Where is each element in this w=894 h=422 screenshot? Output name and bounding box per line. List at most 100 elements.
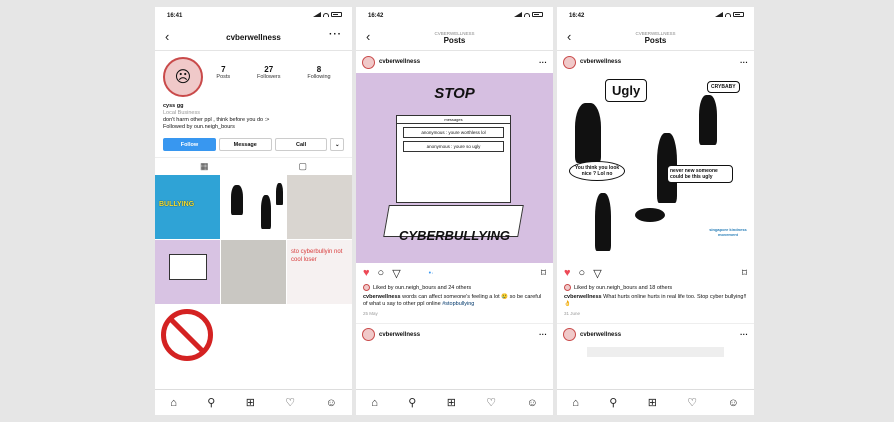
status-time: 16:42: [368, 13, 384, 19]
caption: cvberwellness What hurts online hurts in…: [564, 294, 747, 307]
laptop-illustration: messages anonymous : youre worthless lol…: [396, 115, 511, 203]
posts-count[interactable]: 7 Posts: [216, 65, 230, 99]
avatar[interactable]: [563, 55, 576, 69]
heart-icon[interactable]: ♡: [687, 396, 697, 409]
search-icon[interactable]: ⚲: [609, 396, 617, 409]
search-icon[interactable]: ⚲: [207, 396, 215, 409]
bubble-ugly: Ugly: [605, 79, 648, 102]
more-icon[interactable]: ···: [740, 58, 748, 67]
back-icon[interactable]: ‹: [165, 29, 169, 44]
bookmark-icon[interactable]: ⌑: [541, 268, 546, 279]
likes-text[interactable]: Liked by oun.neigh_bours and 24 others: [373, 285, 471, 291]
share-icon[interactable]: ▽: [593, 267, 601, 280]
add-post-icon[interactable]: ⊞: [648, 396, 657, 409]
grid-post[interactable]: [155, 305, 220, 369]
share-icon[interactable]: ▽: [392, 267, 400, 280]
grid-post[interactable]: [221, 305, 286, 369]
next-post-username[interactable]: cvberwellness: [580, 332, 740, 338]
status-bar: 16:42: [557, 7, 754, 25]
bio-name: cyss gg: [163, 103, 184, 109]
grid-post[interactable]: [287, 175, 352, 239]
avatar[interactable]: [362, 55, 375, 69]
post-username[interactable]: cvberwellness: [379, 59, 539, 65]
home-icon[interactable]: ⌂: [170, 397, 177, 409]
message-button[interactable]: Message: [218, 138, 272, 151]
image-top-text: STOP: [434, 85, 475, 102]
bio-text: don't harm other ppl , think before you …: [163, 117, 270, 123]
followed-by[interactable]: Followed by oun.neigh_bours: [163, 124, 344, 131]
battery-icon: [532, 12, 543, 17]
battery-icon: [331, 12, 342, 17]
bubble-you-think: You think you look nice ? Lol no: [569, 161, 625, 181]
like-icon[interactable]: ♥: [564, 267, 571, 279]
next-post-preview[interactable]: [587, 347, 724, 357]
home-icon[interactable]: ⌂: [371, 397, 378, 409]
posts-header: ‹ CVBERWELLNESS Posts: [356, 25, 553, 51]
add-post-icon[interactable]: ⊞: [246, 396, 255, 409]
more-icon[interactable]: ···: [539, 58, 547, 67]
follow-button[interactable]: Follow: [163, 138, 216, 151]
bio: cyss gg Local Business don't harm other …: [155, 99, 352, 135]
hashtag[interactable]: #stopbullying: [442, 301, 474, 307]
avatar[interactable]: ☹: [163, 57, 203, 97]
back-icon[interactable]: ‹: [366, 29, 370, 44]
wifi-icon: [323, 12, 329, 17]
grid-post[interactable]: [221, 175, 286, 239]
signal-icon: [313, 12, 321, 17]
add-post-icon[interactable]: ⊞: [447, 396, 456, 409]
header-username: CVBERWELLNESS: [434, 31, 475, 36]
profile-header: ‹ cvberwellness ···: [155, 25, 352, 51]
grid-post[interactable]: [221, 240, 286, 304]
more-icon[interactable]: ···: [740, 330, 748, 339]
post-grid: BULLYING sto cyberbullyin not cool loser: [155, 175, 352, 369]
bubble-crybaby: CRYBABY: [707, 81, 740, 93]
wifi-icon: [725, 12, 731, 17]
tab-bar: ⌂ ⚲ ⊞ ♡ ☺: [356, 389, 553, 415]
image-bottom-text: CYBERBULLYING: [399, 228, 510, 243]
more-icon[interactable]: ···: [539, 330, 547, 339]
status-bar: 16:41: [155, 7, 352, 25]
grid-post[interactable]: [287, 305, 352, 369]
heart-icon[interactable]: ♡: [486, 396, 496, 409]
heart-icon[interactable]: ♡: [285, 396, 295, 409]
profile-icon[interactable]: ☺: [728, 397, 739, 409]
grid-post[interactable]: [155, 240, 220, 304]
grid-post[interactable]: BULLYING: [155, 175, 220, 239]
bookmark-icon[interactable]: ⌑: [742, 268, 747, 279]
header-title: Posts: [443, 36, 466, 45]
grid-post[interactable]: sto cyberbullyin not cool loser: [287, 240, 352, 304]
avatar[interactable]: [362, 328, 375, 341]
next-post-username[interactable]: cvberwellness: [379, 332, 539, 338]
like-icon[interactable]: ♥: [363, 267, 370, 279]
tagged-icon[interactable]: ▢: [298, 161, 307, 172]
post-date: 31 June: [564, 311, 581, 316]
signal-icon: [715, 12, 723, 17]
kindness-logo: singapore kindness movement: [709, 227, 747, 237]
profile-icon[interactable]: ☺: [527, 397, 538, 409]
profile-screen: 16:41 ‹ cvberwellness ··· ☹ 7 Posts 27 Fol…: [155, 7, 352, 415]
comment-icon[interactable]: ○: [579, 267, 586, 279]
wifi-icon: [524, 12, 530, 17]
more-icon[interactable]: ···: [329, 29, 342, 40]
header-username: CVBERWELLNESS: [635, 31, 676, 36]
post-image[interactable]: Ugly CRYBABY You think you look nice ? L…: [557, 73, 754, 263]
following-count[interactable]: 8 Following: [307, 65, 330, 99]
likes-text[interactable]: Liked by oun.neigh_bours and 18 others: [574, 285, 672, 291]
grid-view-icon[interactable]: ▦: [200, 161, 209, 172]
post-date: 25 May: [363, 311, 378, 316]
post-username[interactable]: cvberwellness: [580, 59, 740, 65]
call-button[interactable]: Call: [274, 138, 328, 151]
post-image[interactable]: STOP messages anonymous : youre worthles…: [356, 73, 553, 263]
dropdown-button[interactable]: ⌄: [330, 138, 344, 151]
search-icon[interactable]: ⚲: [408, 396, 416, 409]
avatar[interactable]: [563, 328, 576, 341]
home-icon[interactable]: ⌂: [572, 397, 579, 409]
status-bar: 16:42: [356, 7, 553, 25]
comment-icon[interactable]: ○: [378, 267, 385, 279]
liker-avatar: [363, 284, 370, 291]
caption: cvberwellness words can affect someone's…: [363, 294, 542, 307]
profile-icon[interactable]: ☺: [326, 397, 337, 409]
tab-bar: ⌂ ⚲ ⊞ ♡ ☺: [557, 389, 754, 415]
back-icon[interactable]: ‹: [567, 29, 571, 44]
followers-count[interactable]: 27 Followers: [257, 65, 281, 99]
